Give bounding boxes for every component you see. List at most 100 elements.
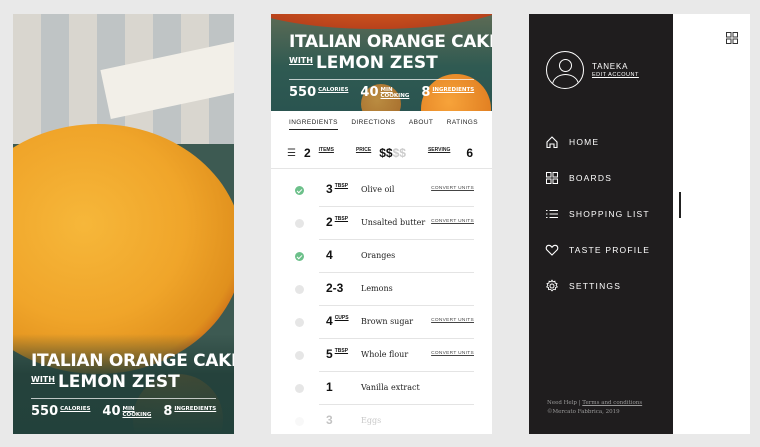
tab-directions[interactable]: DIRECTIONS bbox=[351, 119, 395, 130]
items-count: 2 bbox=[303, 146, 311, 160]
ingredient-name: Lemons bbox=[361, 284, 393, 293]
copyright: ©Mercato Fabbrica, 2019 bbox=[547, 409, 620, 415]
ingredient-name: Olive oil bbox=[361, 185, 395, 194]
scroll-indicator[interactable] bbox=[679, 192, 681, 218]
ingredient-checkbox[interactable] bbox=[295, 219, 304, 228]
cake-image bbox=[271, 14, 492, 29]
menu-item-label: HOME bbox=[569, 137, 600, 147]
menu-item-label: TASTE PROFILE bbox=[569, 245, 651, 255]
ingredient-row[interactable]: 2-3 Lemons bbox=[271, 273, 492, 306]
qty-unit: TBSP bbox=[334, 183, 349, 189]
stat-calories: 550 CALORIES bbox=[289, 85, 348, 100]
help-link[interactable]: Need Help | bbox=[547, 400, 582, 406]
ingredient-row[interactable]: 3 Eggs bbox=[271, 405, 492, 434]
ingredient-name: Eggs bbox=[361, 416, 382, 425]
stat-number: 40 bbox=[102, 404, 121, 419]
ingredient-checkbox[interactable] bbox=[295, 384, 304, 393]
menu-item-label: BOARDS bbox=[569, 173, 613, 183]
recipe-stats: 550 CALORIES 40 MIN COOKING 8 INGREDIENTS bbox=[31, 398, 216, 419]
convert-units-link[interactable]: CONVERT UNITS bbox=[431, 186, 474, 191]
ingredient-qty: 2-3 bbox=[326, 281, 345, 295]
list-icon bbox=[545, 207, 559, 221]
profile-block[interactable]: TANEKA EDIT ACCOUNT bbox=[546, 51, 639, 89]
ingredient-checkbox[interactable] bbox=[295, 252, 304, 261]
ingredient-checkbox[interactable] bbox=[295, 186, 304, 195]
ingredient-row[interactable]: 3 TBSP Olive oil CONVERT UNITS bbox=[271, 174, 492, 207]
menu-item-settings[interactable]: SETTINGS bbox=[545, 268, 650, 304]
qty-unit: TBSP bbox=[334, 348, 349, 354]
ingredient-qty: 4 bbox=[326, 248, 335, 262]
grid-icon[interactable] bbox=[726, 32, 738, 44]
ingredient-row[interactable]: 4 CUPS Brown sugar CONVERT UNITS bbox=[271, 306, 492, 339]
price-label: PRICE bbox=[355, 147, 372, 153]
qty-number: 1 bbox=[326, 380, 333, 394]
stat-label: CALORIES bbox=[60, 406, 91, 412]
detail-title-block: ITALIAN ORANGE CAKE WITH LEMON ZEST 550 CA… bbox=[271, 32, 492, 100]
serving-label: SERVING bbox=[427, 147, 451, 153]
menu-item-label: SHOPPING LIST bbox=[569, 209, 650, 219]
ingredient-list: 3 TBSP Olive oil CONVERT UNITS 2 TBSP Unsalted… bbox=[271, 174, 492, 434]
ingredient-name: Vanilla extract bbox=[361, 383, 420, 392]
home-icon bbox=[545, 135, 559, 149]
ingredient-qty: 3 TBSP bbox=[326, 182, 348, 196]
convert-units-link[interactable]: CONVERT UNITS bbox=[431, 219, 474, 224]
recipe-title-line2-text: LEMON ZEST bbox=[315, 53, 438, 73]
menu-item-boards[interactable]: BOARDS bbox=[545, 160, 650, 196]
recipe-title-line2: WITH LEMON ZEST bbox=[289, 53, 474, 73]
stat-ingredients: 8 INGREDIENTS bbox=[421, 85, 474, 100]
ingredient-qty: 3 bbox=[326, 413, 335, 427]
recipe-title-line1: ITALIAN ORANGE CAKE bbox=[289, 32, 492, 52]
recipe-detail-screen: ITALIAN ORANGE CAKE WITH LEMON ZEST 550 CA… bbox=[271, 14, 492, 434]
ingredient-qty: 5 TBSP bbox=[326, 347, 348, 361]
stat-label: CALORIES bbox=[318, 87, 349, 93]
ingredient-checkbox[interactable] bbox=[295, 351, 304, 360]
menu-item-home[interactable]: HOME bbox=[545, 124, 650, 160]
price-inactive: $$ bbox=[392, 146, 406, 160]
tab-ingredients[interactable]: INGREDIENTS bbox=[289, 119, 338, 130]
tab-ratings[interactable]: RATINGS bbox=[447, 119, 478, 130]
qty-number: 4 bbox=[326, 314, 333, 328]
stat-cooking: 40 MIN COOKING bbox=[102, 404, 151, 419]
ingredient-name: Unsalted butter bbox=[361, 218, 426, 227]
menu-item-taste-profile[interactable]: TASTE PROFILE bbox=[545, 232, 650, 268]
divider bbox=[271, 168, 492, 169]
ingredient-checkbox[interactable] bbox=[295, 417, 304, 426]
convert-units-link[interactable]: CONVERT UNITS bbox=[431, 351, 474, 356]
stat-cooking: 40 MIN COOKING bbox=[360, 85, 409, 100]
qty-number: 2-3 bbox=[326, 281, 344, 295]
stat-label: INGREDIENTS bbox=[432, 87, 475, 93]
recipe-title-line1: ITALIAN ORANGE CAKE bbox=[31, 351, 234, 371]
menu-item-shopping-list[interactable]: SHOPPING LIST bbox=[545, 196, 650, 232]
ingredient-name: Whole flour bbox=[361, 350, 409, 359]
tab-about[interactable]: ABOUT bbox=[409, 119, 433, 130]
ingredient-qty: 2 TBSP bbox=[326, 215, 348, 229]
avatar[interactable] bbox=[546, 51, 584, 89]
ingredient-qty: 1 bbox=[326, 380, 335, 394]
ingredient-row[interactable]: 4 Oranges bbox=[271, 240, 492, 273]
ingredient-row[interactable]: 5 TBSP Whole flour CONVERT UNITS bbox=[271, 339, 492, 372]
qty-number: 4 bbox=[326, 248, 333, 262]
serving-count: 6 bbox=[466, 146, 474, 160]
recipe-hero-screen: ITALIAN ORANGE CAKE WITH LEMON ZEST 550 CA… bbox=[13, 14, 234, 434]
ingredient-row[interactable]: 1 Vanilla extract bbox=[271, 372, 492, 405]
recipe-meta-row: ☰ 2 ITEMS PRICE $$$$ SERVING 6 bbox=[271, 144, 492, 162]
ingredient-row[interactable]: 2 TBSP Unsalted butter CONVERT UNITS bbox=[271, 207, 492, 240]
stat-ingredients: 8 INGREDIENTS bbox=[163, 404, 216, 419]
stat-number: 8 bbox=[421, 85, 431, 100]
terms-link[interactable]: Terms and conditions bbox=[582, 400, 642, 406]
ingredient-checkbox[interactable] bbox=[295, 318, 304, 327]
convert-units-link[interactable]: CONVERT UNITS bbox=[431, 318, 474, 323]
footer: Need Help | Terms and conditions ©Mercat… bbox=[547, 399, 642, 417]
stat-label: MIN COOKING bbox=[380, 87, 410, 99]
recipe-stats: 550 CALORIES 40 MIN COOKING 8 INGREDIENTS bbox=[289, 79, 474, 100]
ingredient-checkbox[interactable] bbox=[295, 285, 304, 294]
stat-number: 550 bbox=[31, 404, 59, 419]
menu-screen: TANEKA EDIT ACCOUNT HOME BOARDS SHOPPING L… bbox=[529, 14, 750, 434]
qty-number: 3 bbox=[326, 182, 333, 196]
stat-calories: 550 CALORIES bbox=[31, 404, 90, 419]
edit-account-link[interactable]: EDIT ACCOUNT bbox=[592, 72, 639, 78]
boards-icon bbox=[545, 171, 559, 185]
recipe-title-line2: WITH LEMON ZEST bbox=[31, 372, 216, 392]
list-icon: ☰ bbox=[287, 147, 296, 159]
items-label: ITEMS bbox=[318, 147, 334, 153]
